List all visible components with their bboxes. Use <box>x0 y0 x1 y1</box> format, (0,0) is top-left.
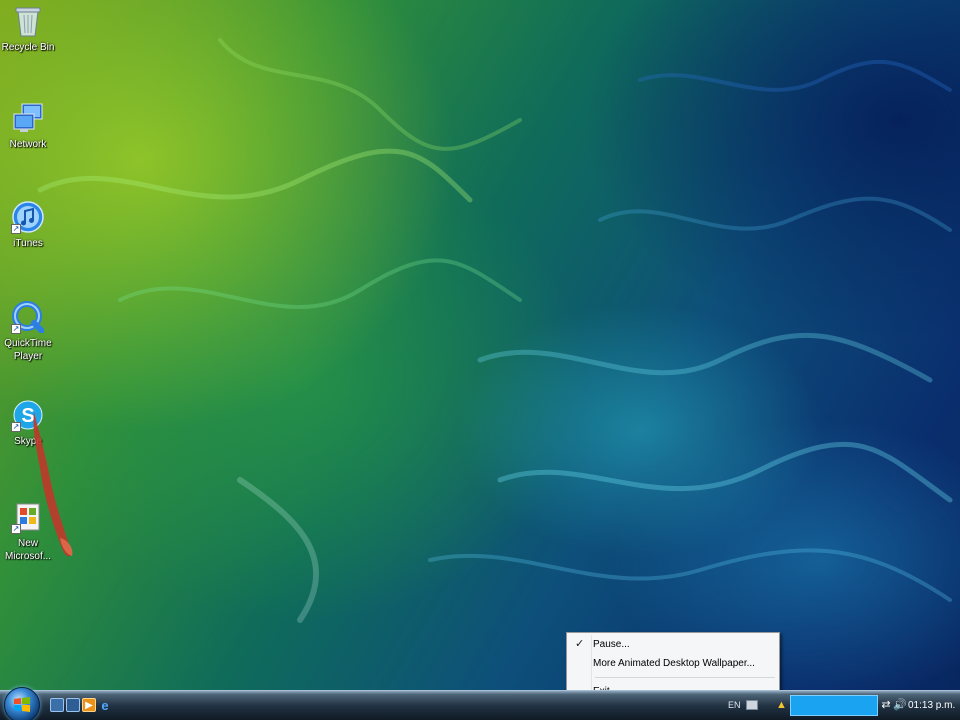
taskbar: ▶ e EN ▲ ⇄ 🔊 01:13 p.m. <box>0 687 960 720</box>
recycle-bin-icon <box>11 4 45 38</box>
svg-text:S: S <box>21 405 34 427</box>
shortcut-arrow-icon: ↗ <box>11 324 21 334</box>
volume-icon[interactable]: 🔊 <box>893 699 907 711</box>
show-desktop-icon[interactable] <box>50 698 64 712</box>
menu-item-pause-label: Pause... <box>593 639 630 650</box>
desktop-icon-itunes[interactable]: ↗ iTunes <box>2 200 54 250</box>
recycle-bin-label: Recycle Bin <box>1 42 55 53</box>
internet-explorer-icon[interactable]: e <box>98 698 112 713</box>
wallpaper-ripples <box>37 38 953 623</box>
clock[interactable]: 01:13 p.m. <box>908 700 955 711</box>
menu-item-pause[interactable]: ✓ Pause... <box>569 635 777 654</box>
quicktime-icon: ↗ <box>11 300 45 334</box>
quicktime-label-line2: Player <box>13 351 43 362</box>
desktop-icon-skype[interactable]: S ↗ Skype <box>2 398 54 448</box>
skype-label: Skype <box>14 436 42 447</box>
network-icon <box>11 101 45 135</box>
start-button[interactable] <box>4 687 40 720</box>
switch-windows-icon[interactable] <box>66 698 80 712</box>
skype-icon: S ↗ <box>11 398 45 432</box>
new-microsoft-label-line2: Microsof... <box>4 551 52 562</box>
desktop-icon-network[interactable]: Network <box>2 101 54 151</box>
network-label: Network <box>9 139 47 150</box>
shortcut-arrow-icon: ↗ <box>11 524 21 534</box>
quicktime-label-line1: QuickTime <box>4 338 52 349</box>
itunes-icon: ↗ <box>11 200 45 234</box>
desktop-icon-new-microsoft[interactable]: ↗ New Microsof... <box>2 500 54 563</box>
shortcut-arrow-icon: ↗ <box>11 224 21 234</box>
media-player-icon[interactable]: ▶ <box>82 698 96 712</box>
menu-item-more-wallpaper-label: More Animated Desktop Wallpaper... <box>593 658 755 669</box>
menu-separator <box>595 677 775 678</box>
windows-logo-icon <box>14 697 30 712</box>
checkmark-icon: ✓ <box>575 638 585 650</box>
language-indicator[interactable]: EN <box>728 700 741 710</box>
desktop-icon-quicktime[interactable]: ↗ QuickTime Player <box>2 300 54 363</box>
desktop-icon-recycle-bin[interactable]: Recycle Bin <box>2 4 54 54</box>
keyboard-icon[interactable] <box>746 700 758 710</box>
menu-item-more-wallpaper[interactable]: More Animated Desktop Wallpaper... <box>569 654 777 673</box>
new-microsoft-label-line1: New <box>17 538 38 549</box>
network-tray-icon[interactable]: ⇄ <box>880 699 892 711</box>
itunes-label: iTunes <box>13 238 43 249</box>
shortcut-arrow-icon: ↗ <box>11 422 21 432</box>
office-document-icon: ↗ <box>11 500 45 534</box>
tray-highlight-strip <box>790 695 878 716</box>
wallpaper-tray-icon[interactable]: ▲ <box>776 699 788 711</box>
